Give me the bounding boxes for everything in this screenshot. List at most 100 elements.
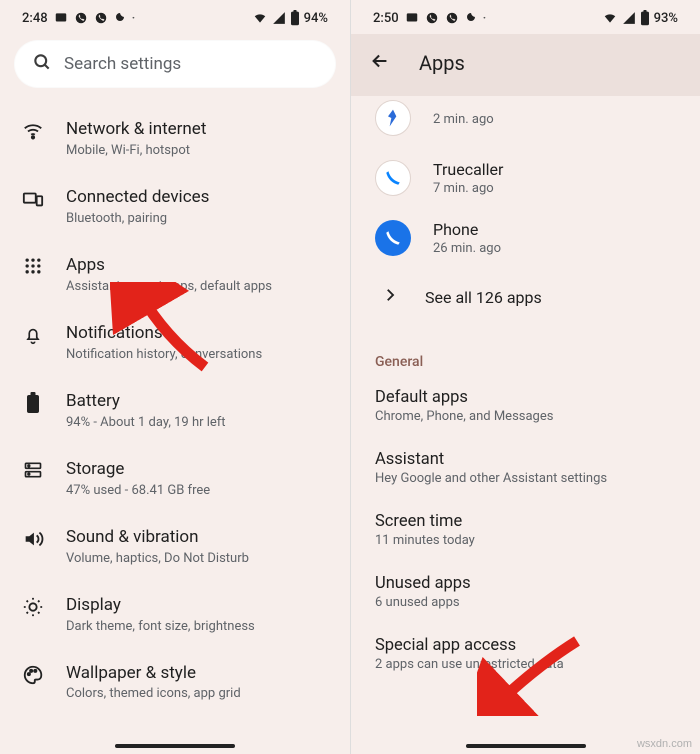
row-special-app-access[interactable]: Special app access 2 apps can use unrest… [351, 624, 700, 686]
row-sound[interactable]: Sound & vibration Volume, haptics, Do Not… [0, 512, 350, 580]
row-wallpaper[interactable]: Wallpaper & styleColors, themed icons, a… [0, 648, 350, 716]
settings-screen: 2:48 · 94% Search settings Network & int… [0, 0, 350, 754]
app-name: Phone [433, 220, 680, 239]
app-row[interactable]: 2 min. ago [351, 96, 700, 148]
signal-icon [622, 11, 636, 25]
battery-text: 93% [654, 11, 678, 26]
message-icon [54, 11, 68, 25]
see-all-apps[interactable]: See all 126 apps [351, 268, 700, 326]
status-dot: · [483, 11, 489, 26]
row-title: Default apps [375, 388, 676, 407]
app-sub: 7 min. ago [433, 181, 680, 196]
row-title: Special app access [375, 636, 676, 655]
section-header-general: General [351, 336, 700, 376]
gesture-bar[interactable] [115, 744, 235, 748]
row-title: Connected devices [66, 186, 330, 209]
row-sub: Notification history, conversations [66, 347, 330, 362]
status-bar: 2:50 · 93% [351, 0, 700, 34]
row-sub: 94% - About 1 day, 19 hr left [66, 415, 330, 430]
apps-icon [22, 254, 44, 276]
row-sub: Volume, haptics, Do Not Disturb [66, 551, 330, 566]
app-icon [375, 160, 411, 196]
battery-icon [290, 10, 300, 26]
battery-text: 94% [304, 11, 328, 26]
row-title: Network & internet [66, 118, 330, 141]
row-sub: 2 apps can use unrestricted data [375, 657, 676, 672]
dnd-icon [114, 12, 126, 24]
row-screen-time[interactable]: Screen time 11 minutes today [351, 500, 700, 562]
wifi-icon [22, 118, 44, 142]
search-placeholder: Search settings [64, 54, 181, 74]
wifi-icon [252, 11, 268, 25]
settings-list: Network & internet Mobile, Wi-Fi, hotspot… [0, 102, 350, 717]
row-title: Battery [66, 390, 330, 413]
row-notifications[interactable]: Notifications Notification history, conve… [0, 308, 350, 376]
page-title: Apps [419, 51, 465, 75]
search-icon [32, 52, 52, 76]
app-row-truecaller[interactable]: Truecaller 7 min. ago [351, 148, 700, 208]
phone-status-icon-2 [94, 11, 108, 25]
battery-icon [640, 10, 650, 26]
dnd-icon [465, 12, 477, 24]
apps-screen: 2:50 · 93% Apps 2 min. ago Truecaller 7 m… [350, 0, 700, 754]
chevron-right-icon [381, 286, 399, 308]
row-sub: Dark theme, font size, brightness [66, 619, 330, 634]
phone-status-icon [74, 11, 88, 25]
phone-status-icon-2 [445, 11, 459, 25]
row-sub: Mobile, Wi-Fi, hotspot [66, 143, 330, 158]
app-bar: Apps [351, 34, 700, 96]
battery-icon [22, 390, 44, 414]
palette-icon [22, 662, 44, 686]
speaker-icon [22, 526, 44, 550]
status-dot: · [132, 11, 138, 26]
row-title: Unused apps [375, 574, 676, 593]
app-row-phone[interactable]: Phone 26 min. ago [351, 208, 700, 268]
row-connected-devices[interactable]: Connected devices Bluetooth, pairing [0, 172, 350, 240]
row-title: Screen time [375, 512, 676, 531]
row-sub: Hey Google and other Assistant settings [375, 471, 676, 486]
bell-icon [22, 322, 44, 346]
message-icon [405, 11, 419, 25]
status-time: 2:50 [373, 11, 399, 26]
row-title: Notifications [66, 322, 330, 345]
signal-icon [272, 11, 286, 25]
watermark: wsxdn.com [637, 738, 692, 750]
storage-icon [22, 458, 44, 480]
row-sub: Assistant, recent apps, default apps [66, 279, 330, 294]
row-sub: Chrome, Phone, and Messages [375, 409, 676, 424]
gesture-bar[interactable] [466, 744, 586, 748]
devices-icon [22, 186, 44, 210]
row-title: Storage [66, 458, 330, 481]
row-sub: 6 unused apps [375, 595, 676, 610]
row-sub: 47% used - 68.41 GB free [66, 483, 330, 498]
recent-apps: 2 min. ago Truecaller 7 min. ago Phone 26 … [351, 96, 700, 336]
status-bar: 2:48 · 94% [0, 0, 350, 34]
row-sub: Bluetooth, pairing [66, 211, 330, 226]
row-sub: 11 minutes today [375, 533, 676, 548]
row-apps[interactable]: Apps Assistant, recent apps, default apps [0, 240, 350, 308]
row-storage[interactable]: Storage 47% used - 68.41 GB free [0, 444, 350, 512]
status-time: 2:48 [22, 11, 48, 26]
phone-status-icon [425, 11, 439, 25]
row-assistant[interactable]: Assistant Hey Google and other Assistant… [351, 438, 700, 500]
see-all-label: See all 126 apps [425, 288, 542, 307]
back-icon[interactable] [369, 50, 391, 76]
wifi-icon [602, 11, 618, 25]
row-sub: Colors, themed icons, app grid [66, 686, 330, 701]
row-default-apps[interactable]: Default apps Chrome, Phone, and Messages [351, 376, 700, 438]
row-network[interactable]: Network & internet Mobile, Wi-Fi, hotspot [0, 104, 350, 172]
app-sub: 2 min. ago [433, 112, 680, 127]
row-title: Apps [66, 254, 330, 277]
row-title: Display [66, 594, 330, 617]
general-list: Default apps Chrome, Phone, and Messages… [351, 376, 700, 686]
app-name: Truecaller [433, 160, 680, 179]
row-battery[interactable]: Battery 94% - About 1 day, 19 hr left [0, 376, 350, 444]
brightness-icon [22, 594, 44, 618]
row-display[interactable]: Display Dark theme, font size, brightness [0, 580, 350, 648]
row-title: Sound & vibration [66, 526, 330, 549]
row-unused-apps[interactable]: Unused apps 6 unused apps [351, 562, 700, 624]
row-title: Wallpaper & style [66, 662, 330, 685]
app-sub: 26 min. ago [433, 241, 680, 256]
app-icon [375, 100, 411, 136]
search-bar[interactable]: Search settings [14, 40, 336, 88]
